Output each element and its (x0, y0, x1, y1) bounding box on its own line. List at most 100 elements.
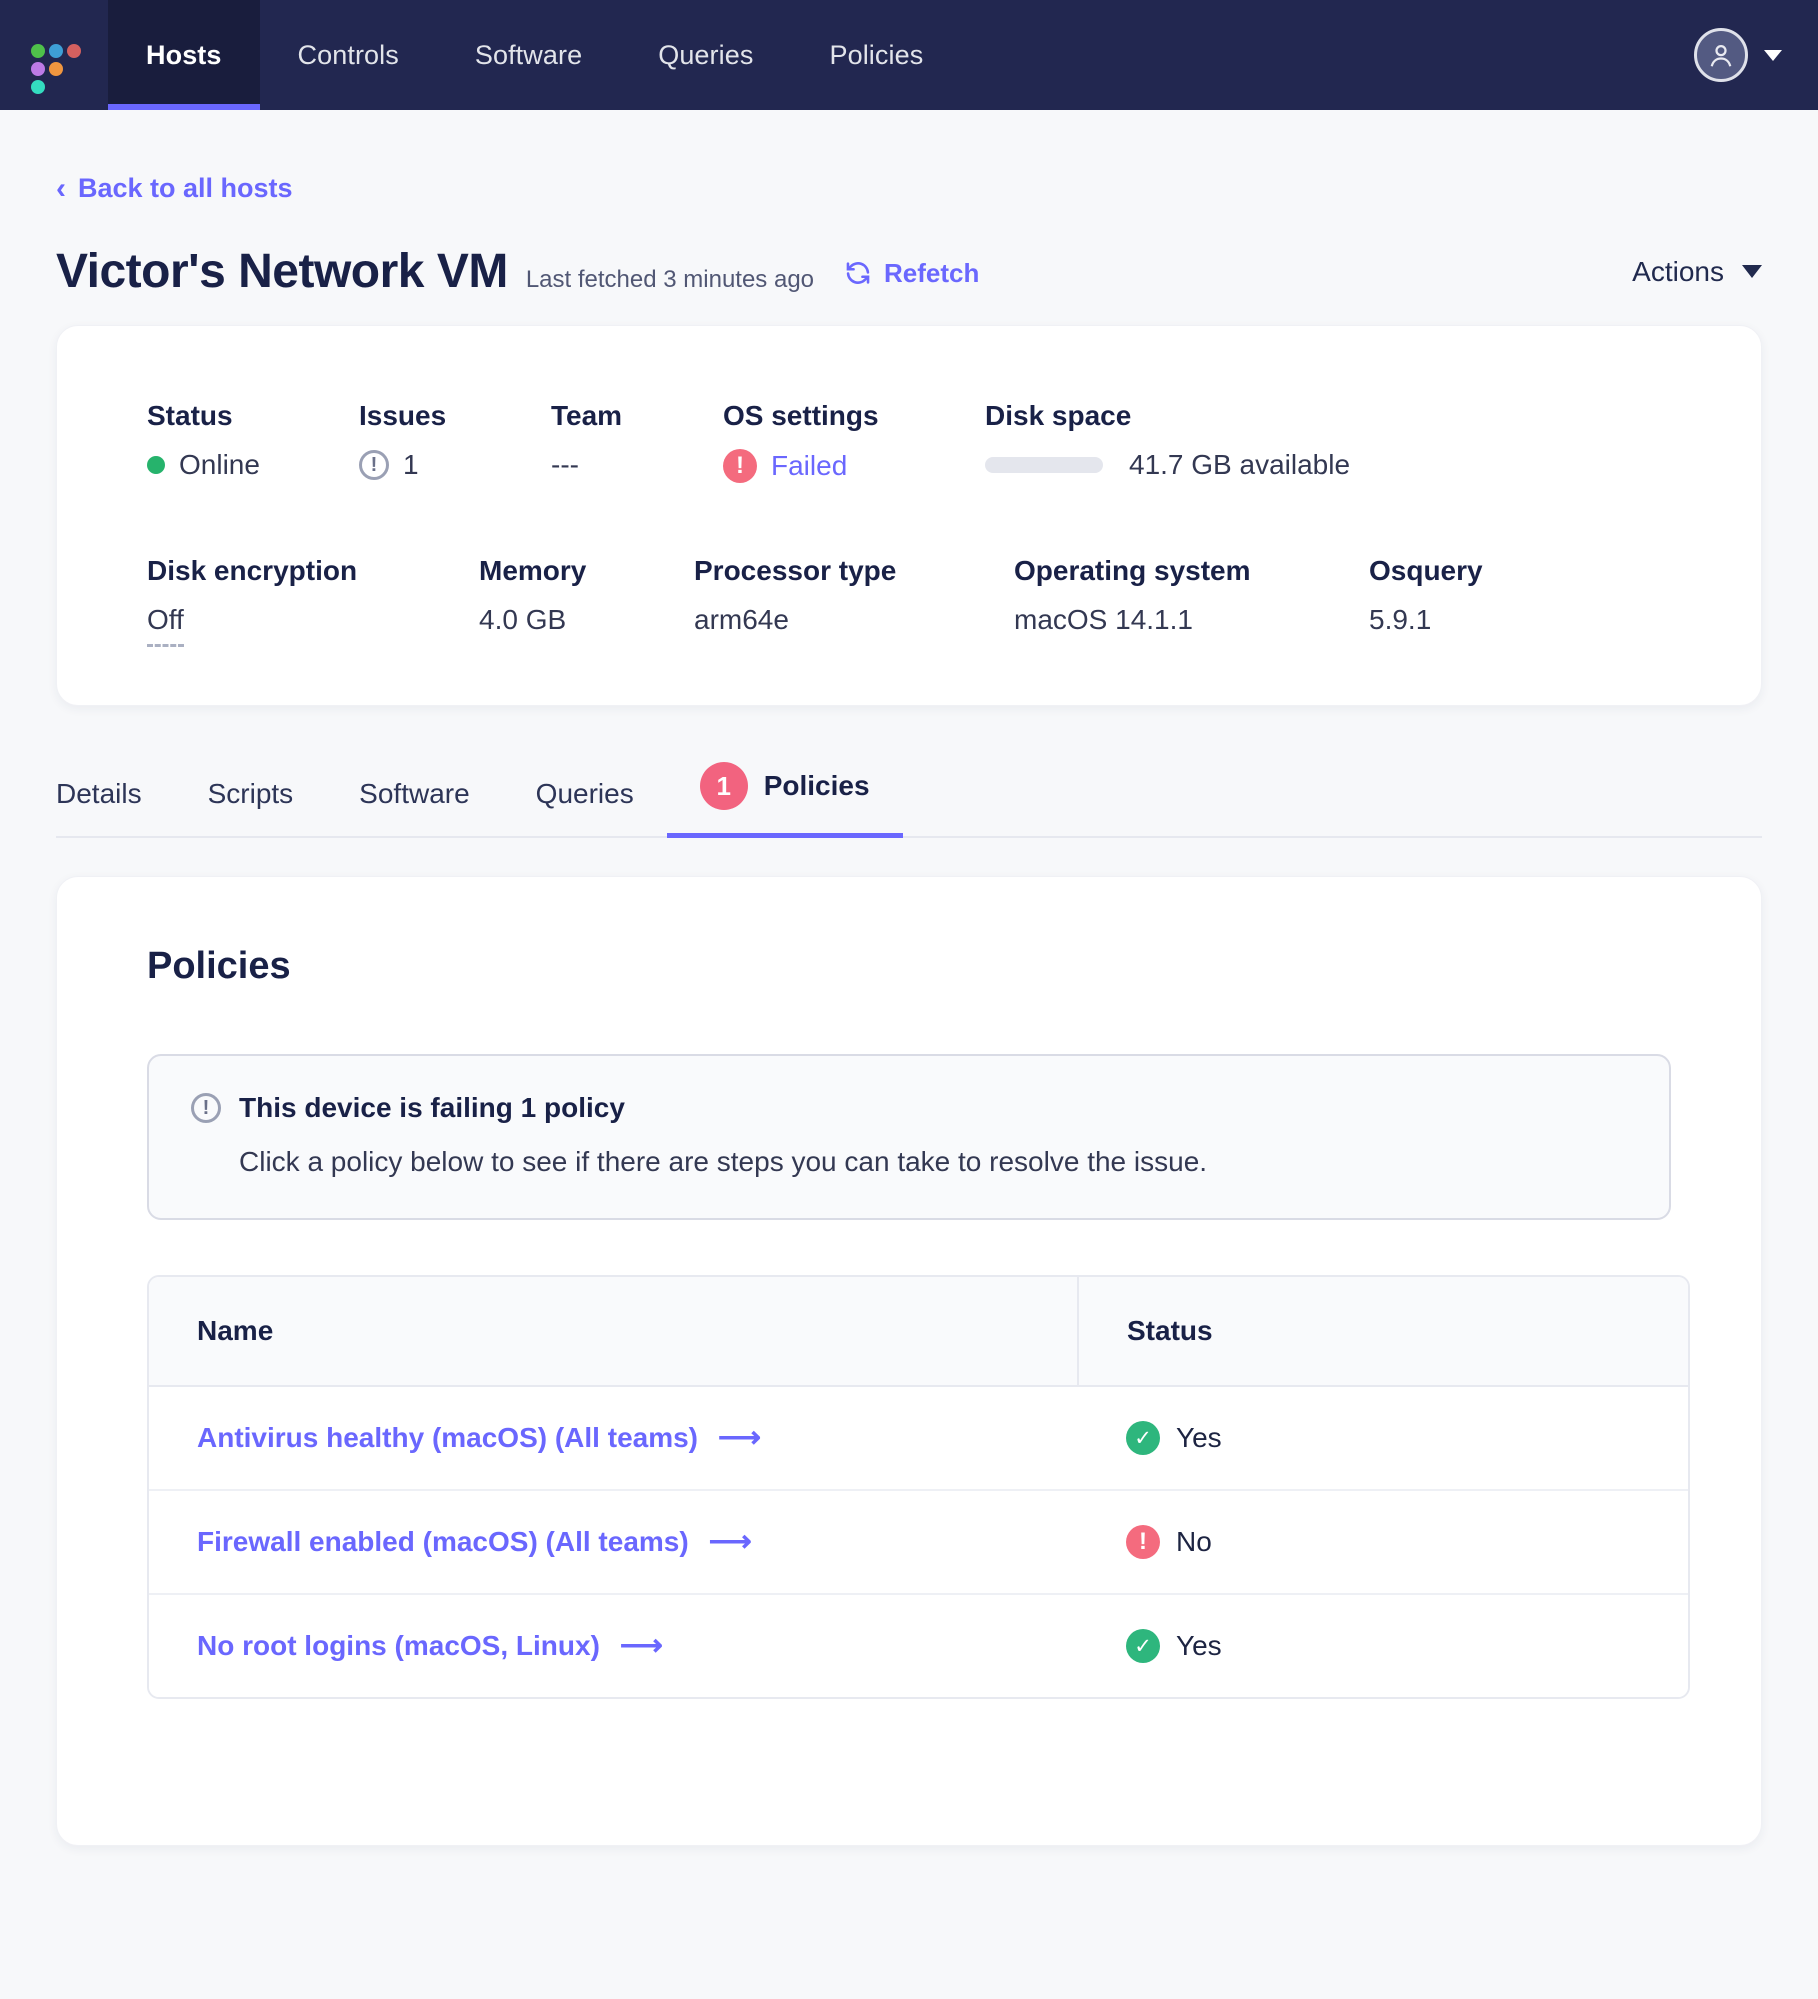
back-link-label: Back to all hosts (78, 173, 293, 203)
tab-scripts[interactable]: Scripts (175, 778, 327, 836)
actions-label: Actions (1632, 255, 1724, 287)
field-value[interactable]: ! Failed (723, 449, 985, 483)
error-circle-icon: ! (1126, 1525, 1160, 1559)
table-row: Firewall enabled (macOS) (All teams) ⟶ !… (149, 1490, 1688, 1595)
tab-software[interactable]: Software (326, 778, 503, 836)
summary-field-operating-system: Operating system macOS 14.1.1 (1014, 555, 1369, 636)
refresh-icon (846, 262, 870, 284)
table-row: Antivirus healthy (macOS) (All teams) ⟶ … (149, 1386, 1688, 1491)
disk-space-bar (985, 457, 1103, 473)
user-avatar-icon[interactable] (1694, 28, 1748, 82)
summary-field-status: Status Online (147, 400, 359, 481)
alert-heading: This device is failing 1 policy (239, 1092, 625, 1123)
host-summary-card: Status Online Issues ! 1 Team --- OS set… (56, 325, 1762, 706)
arrow-right-icon: ⟶ (619, 1629, 663, 1662)
policy-link[interactable]: No root logins (macOS, Linux) ⟶ (197, 1630, 663, 1662)
status-text: Yes (1176, 1630, 1222, 1661)
nav-item-queries[interactable]: Queries (620, 0, 791, 110)
app-logo[interactable] (0, 0, 108, 110)
failing-policy-alert: ! This device is failing 1 policy Click … (147, 1054, 1671, 1220)
actions-dropdown-button[interactable]: Actions (1632, 256, 1762, 288)
tab-policies[interactable]: 1 Policies (666, 762, 903, 838)
last-fetched-text: Last fetched 3 minutes ago (525, 266, 815, 293)
back-to-all-hosts-link[interactable]: ‹ Back to all hosts (56, 173, 293, 204)
field-label: Status (147, 400, 233, 431)
nav-label: Policies (829, 39, 924, 70)
field-value: Online (147, 449, 359, 481)
summary-field-issues: Issues ! 1 (359, 400, 551, 481)
tab-details[interactable]: Details (56, 778, 175, 836)
summary-row-primary: Status Online Issues ! 1 Team --- OS set… (147, 400, 1761, 483)
summary-field-processor-type: Processor type arm64e (694, 555, 1014, 636)
host-detail-tabs: Details Scripts Software Queries 1 Polic… (56, 762, 1762, 838)
processor-type-value: arm64e (694, 604, 789, 635)
account-chevron-down-icon[interactable] (1764, 49, 1782, 61)
field-value: Off (147, 604, 479, 647)
status-text: No (1176, 1526, 1212, 1557)
arrow-right-icon: ⟶ (708, 1525, 752, 1558)
field-label: Memory (479, 555, 587, 586)
policy-link[interactable]: Antivirus healthy (macOS) (All teams) ⟶ (197, 1422, 761, 1454)
disk-space-text: 41.7 GB available (1129, 449, 1351, 480)
page-content: ‹ Back to all hosts Victor's Network VM … (0, 110, 1818, 1846)
field-label: Disk encryption (147, 555, 358, 586)
tab-label: Details (56, 778, 142, 809)
refetch-button[interactable]: Refetch (844, 258, 979, 289)
check-circle-icon: ✓ (1126, 1629, 1160, 1663)
field-label: Disk space (985, 400, 1132, 431)
policy-name-cell: Firewall enabled (macOS) (All teams) ⟶ (149, 1490, 1078, 1595)
green-dot-icon (147, 456, 165, 474)
tab-label: Queries (535, 778, 634, 809)
field-label: Team (551, 400, 623, 431)
chevron-down-icon (1742, 265, 1762, 278)
summary-row-secondary: Disk encryption Off Memory 4.0 GB Proces… (147, 555, 1761, 647)
alert-body: Click a policy below to see if there are… (239, 1146, 1208, 1177)
fleet-logo-icon (31, 27, 81, 94)
top-navigation-bar: Hosts Controls Software Queries Policies (0, 0, 1818, 110)
chevron-left-icon: ‹ (56, 171, 66, 205)
nav-item-policies[interactable]: Policies (791, 0, 961, 110)
policy-name: Antivirus healthy (macOS) (All teams) (197, 1422, 699, 1453)
summary-field-disk-encryption: Disk encryption Off (147, 555, 479, 647)
policy-status-cell: ✓ Yes (1078, 1594, 1688, 1697)
table-header-row: Name Status (149, 1277, 1688, 1387)
summary-field-os-settings: OS settings ! Failed (723, 400, 985, 483)
issues-count: 1 (403, 449, 419, 480)
osquery-value: 5.9.1 (1369, 604, 1432, 635)
field-label: OS settings (723, 400, 879, 431)
summary-field-osquery: Osquery 5.9.1 (1369, 555, 1483, 636)
column-header-status[interactable]: Status (1077, 1277, 1688, 1387)
nav-item-hosts[interactable]: Hosts (108, 0, 260, 110)
error-circle-icon: ! (723, 449, 757, 483)
nav-label: Software (474, 39, 583, 70)
nav-item-controls[interactable]: Controls (260, 0, 437, 110)
nav-label: Controls (297, 39, 399, 70)
policies-table: Name Status Antivirus healthy (macOS) (A… (147, 1275, 1690, 1699)
summary-field-memory: Memory 4.0 GB (479, 555, 694, 636)
table-row: No root logins (macOS, Linux) ⟶ ✓ Yes (149, 1594, 1688, 1697)
status-text: Yes (1176, 1422, 1222, 1453)
policy-link[interactable]: Firewall enabled (macOS) (All teams) ⟶ (197, 1526, 752, 1558)
alert-heading-row: ! This device is failing 1 policy (191, 1092, 1627, 1124)
account-area (1694, 0, 1818, 110)
tab-label: Software (359, 778, 470, 809)
policy-name-cell: No root logins (macOS, Linux) ⟶ (149, 1594, 1078, 1697)
policies-section-title: Policies (147, 945, 291, 987)
field-value[interactable]: ! 1 (359, 449, 551, 481)
refetch-label: Refetch (884, 257, 980, 288)
disk-encryption-value[interactable]: Off (147, 604, 184, 647)
nav-item-software[interactable]: Software (437, 0, 620, 110)
field-label: Processor type (694, 555, 897, 586)
column-header-name[interactable]: Name (149, 1277, 1078, 1387)
status-text: Online (179, 449, 260, 480)
policies-panel: Policies ! This device is failing 1 poli… (56, 876, 1762, 1846)
check-circle-icon: ✓ (1126, 1421, 1160, 1455)
status-badge: ! No (1126, 1525, 1688, 1559)
team-value: --- (551, 449, 579, 480)
failing-policies-badge: 1 (699, 762, 748, 810)
nav-label: Hosts (146, 39, 222, 70)
tab-queries[interactable]: Queries (503, 778, 667, 836)
nav-label: Queries (658, 39, 754, 70)
tab-label: Policies (763, 770, 870, 801)
policy-name: No root logins (macOS, Linux) (197, 1630, 600, 1661)
